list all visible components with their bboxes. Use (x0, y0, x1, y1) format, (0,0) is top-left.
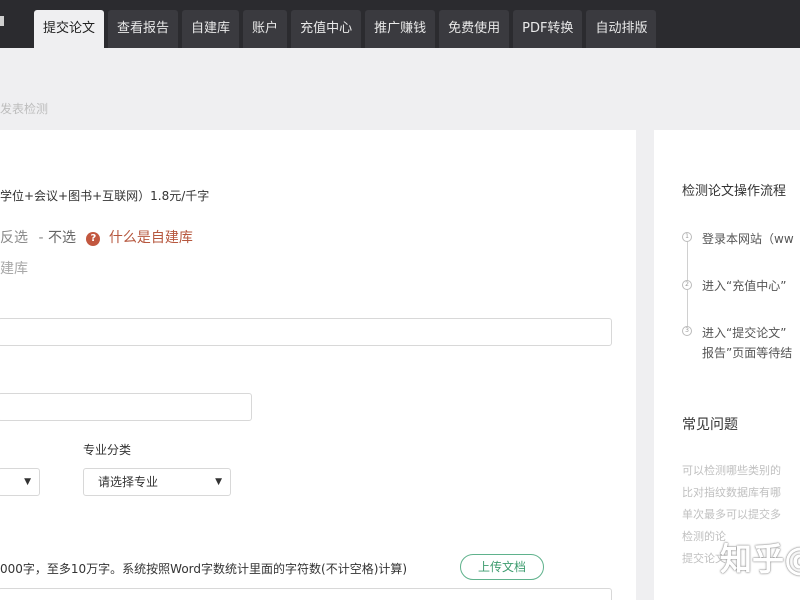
tab-recharge[interactable]: 充值中心 (291, 10, 362, 48)
step-number-icon: 3 (682, 326, 692, 336)
tab-pdf-convert[interactable]: PDF转换 (513, 10, 583, 48)
step-number-icon: 1 (682, 232, 692, 242)
tab-free-use[interactable]: 免费使用 (439, 10, 510, 48)
help-sidebar: 检测论文操作流程 1 登录本网站（ww 2 进入“充值中心” 3 进入“提交论文… (654, 130, 800, 600)
step-text: 进入“提交论文” (702, 326, 787, 340)
faq-title: 常见问题 (682, 417, 738, 433)
content-textarea[interactable] (0, 588, 612, 600)
author-input[interactable] (0, 393, 252, 421)
site-logo-fragment (0, 16, 4, 26)
major-category-label: 专业分类 (83, 443, 132, 457)
top-nav-bar: 提交论文 查看报告 自建库 账户 充值中心 推广赚钱 免费使用 PDF转换 自动… (0, 0, 800, 48)
faq-item[interactable]: 可以检测哪些类别的 (682, 462, 781, 478)
faq-item[interactable]: 比对指纹数据库有哪 (682, 484, 781, 500)
category-select[interactable]: ▼ (0, 468, 40, 496)
tab-account[interactable]: 账户 (243, 10, 288, 48)
tab-self-library[interactable]: 自建库 (182, 10, 240, 48)
deselect-link[interactable]: 不选 (48, 230, 76, 246)
question-icon[interactable]: ? (86, 232, 101, 246)
tab-referral[interactable]: 推广赚钱 (365, 10, 436, 48)
separator: - (38, 230, 44, 246)
step-text: 进入“充值中心” (702, 279, 787, 293)
tab-auto-layout[interactable]: 自动排版 (586, 10, 657, 48)
tab-submit-paper[interactable]: 提交论文 (34, 10, 105, 48)
zhihu-watermark: 知乎@ (720, 540, 800, 578)
tab-view-report[interactable]: 查看报告 (108, 10, 179, 48)
faq-item[interactable]: 单次最多可以提交多 (682, 506, 781, 522)
database-price-text: 学位+会议+图书+互联网）1.8元/千字 (0, 189, 210, 203)
step-text: 登录本网站（ww (702, 232, 794, 246)
chevron-down-icon: ▼ (215, 477, 222, 487)
breadcrumb: 发表检测 (0, 102, 49, 116)
process-title: 检测论文操作流程 (682, 184, 787, 199)
reverse-select-link[interactable]: 反选 (0, 230, 28, 246)
upload-document-button[interactable]: 上传文档 (460, 554, 544, 580)
step-number-icon: 2 (682, 280, 692, 290)
major-select[interactable]: 请选择专业 ▼ (83, 468, 231, 496)
chevron-down-icon: ▼ (24, 477, 31, 487)
submit-form-panel: 学位+会议+图书+互联网）1.8元/千字 反选 - 不选 ? 什么是自建库 建库… (0, 130, 636, 600)
self-library-label: 建库 (0, 261, 28, 277)
database-select-controls: 反选 - 不选 ? 什么是自建库 (0, 227, 193, 247)
word-count-hint: 000字，至多10万字。系统按照Word字数统计里面的字符数(不计空格)计算) (0, 562, 408, 576)
major-select-value: 请选择专业 (98, 475, 159, 489)
main-nav: 提交论文 查看报告 自建库 账户 充值中心 推广赚钱 免费使用 PDF转换 自动… (34, 10, 660, 48)
paper-title-input[interactable] (0, 318, 612, 346)
what-is-library-link[interactable]: 什么是自建库 (109, 230, 193, 246)
step-text-continued: 报告”页面等待结 (702, 346, 793, 360)
